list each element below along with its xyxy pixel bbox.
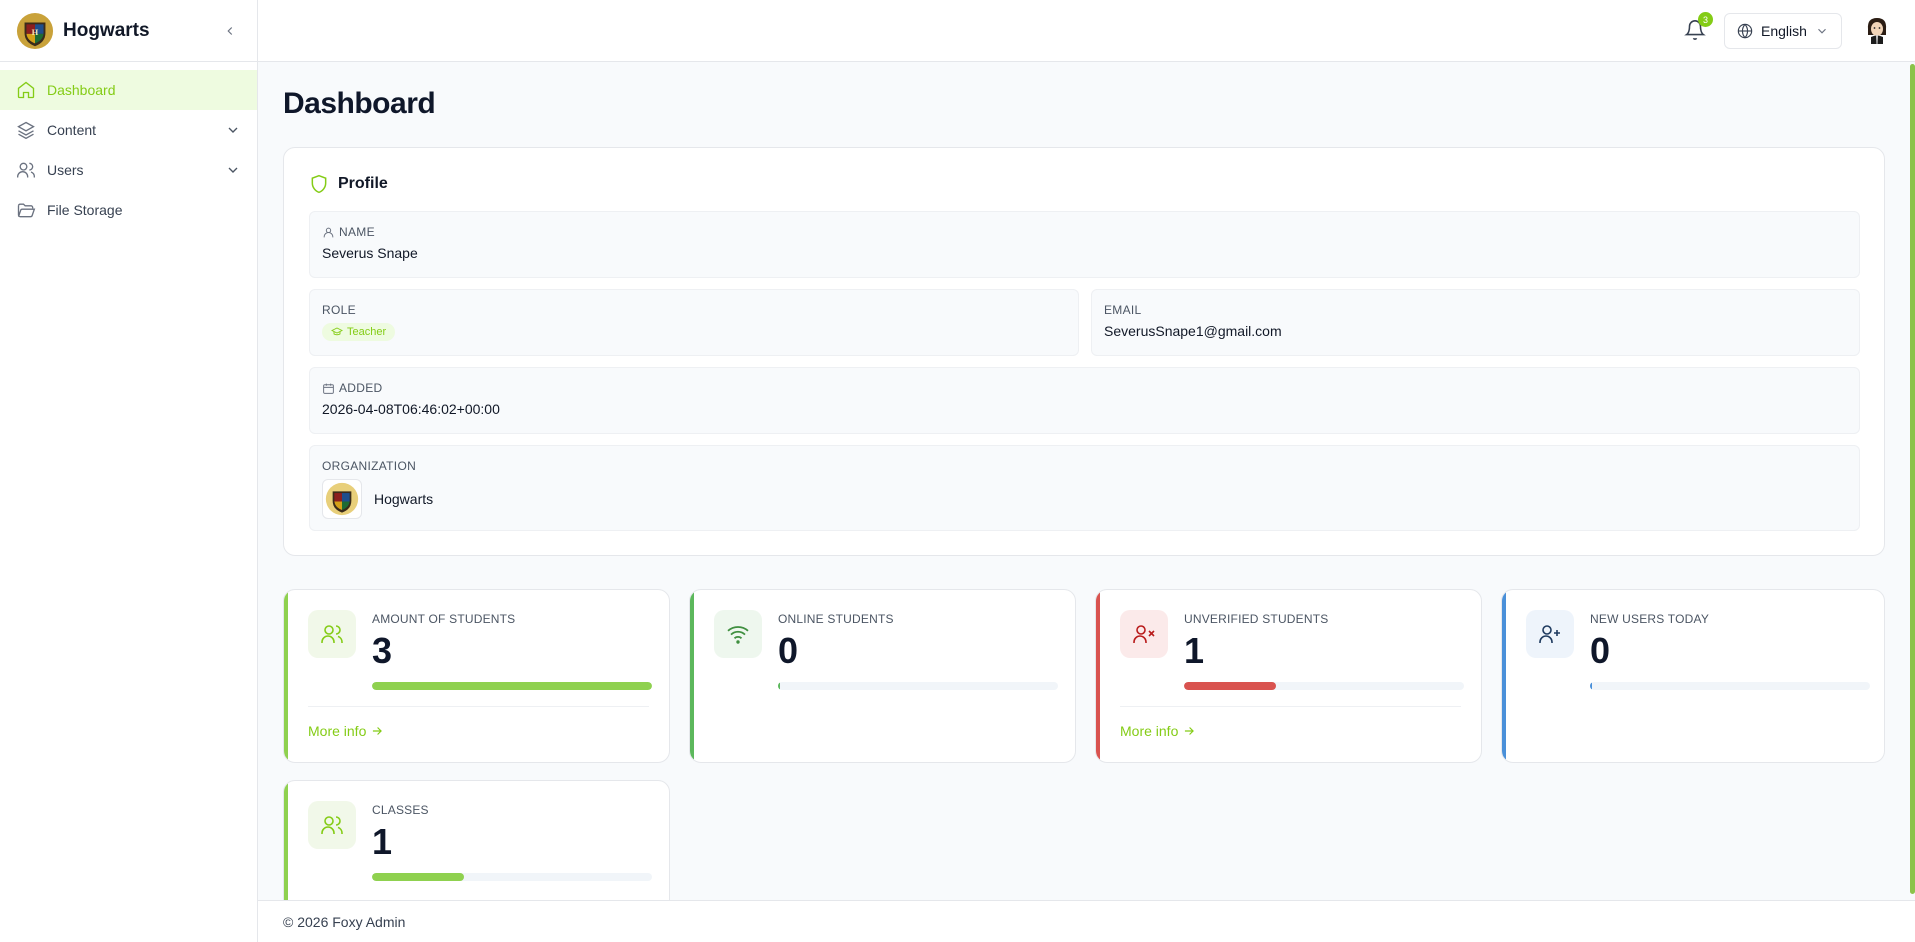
chevron-down-icon [228, 167, 238, 173]
stat-card-unverified-students: UNVERIFIED STUDENTS 1 More info [1095, 589, 1482, 763]
sidebar-item-dashboard[interactable]: Dashboard [0, 70, 257, 110]
users-icon [321, 816, 343, 834]
organization-label: ORGANIZATION [322, 459, 417, 473]
added-field: ADDED 2026-04-08T06:46:02+00:00 [309, 367, 1860, 434]
more-info-label: More info [1120, 723, 1179, 739]
calendar-icon [323, 383, 334, 394]
sidebar: H Hogwarts Dashboard Content Users File … [0, 0, 258, 942]
stat-value: 3 [372, 630, 393, 671]
email-value: SeverusSnape1@gmail.com [1104, 323, 1282, 339]
hogwarts-crest-logo[interactable]: H [16, 12, 54, 50]
progress-bar [1184, 682, 1464, 690]
progress-fill [372, 682, 652, 690]
sidebar-item-content[interactable]: Content [0, 110, 257, 150]
shield-icon [311, 174, 327, 194]
svg-text:H: H [32, 26, 39, 36]
stat-value: 0 [778, 630, 799, 671]
users-icon [17, 162, 35, 178]
sidebar-item-users[interactable]: Users [0, 150, 257, 190]
top-header: 3 English [258, 0, 1915, 62]
name-field: NAME Severus Snape [309, 211, 1860, 278]
chevron-down-icon [1818, 28, 1826, 34]
divider [308, 706, 649, 707]
globe-icon [1737, 23, 1753, 39]
progress-bar [778, 682, 1058, 690]
progress-fill [1590, 682, 1592, 690]
layers-icon [17, 121, 35, 140]
language-label: English [1761, 23, 1807, 39]
graduation-cap-icon [331, 327, 343, 336]
organization-logo [322, 479, 362, 519]
page-title: Dashboard [283, 87, 436, 120]
name-value: Severus Snape [322, 245, 418, 261]
footer-text: © 2026 Foxy Admin [283, 913, 406, 930]
stat-label: CLASSES [372, 803, 429, 817]
stat-card-new-users-today: NEW USERS TODAY 0 [1501, 589, 1885, 763]
added-label: ADDED [339, 381, 383, 395]
sidebar-item-file-storage[interactable]: File Storage [0, 190, 257, 230]
main-content: Dashboard Profile NAME Severus Snape ROL… [258, 63, 1915, 900]
wifi-icon [727, 626, 749, 644]
user-avatar[interactable] [1862, 15, 1892, 47]
chevron-down-icon [228, 127, 238, 133]
more-info-link[interactable]: More info [308, 723, 384, 739]
progress-fill [372, 873, 465, 881]
more-info-label: More info [308, 723, 367, 739]
profile-title: Profile [338, 175, 388, 192]
language-select[interactable]: English [1724, 13, 1842, 49]
organization-name: Hogwarts [374, 491, 434, 507]
stat-label: UNVERIFIED STUDENTS [1184, 612, 1329, 626]
user-x-icon [1133, 625, 1155, 643]
role-badge: Teacher [322, 323, 396, 341]
progress-bar [1590, 682, 1870, 690]
stat-value: 1 [372, 821, 393, 862]
scrollbar[interactable] [1910, 64, 1915, 894]
footer: © 2026 Foxy Admin [258, 900, 1915, 942]
profile-card: Profile NAME Severus Snape ROLE Teacher … [283, 147, 1885, 556]
organization-field: ORGANIZATION Hogwarts [309, 445, 1860, 531]
stat-label: ONLINE STUDENTS [778, 612, 894, 626]
stat-value: 1 [1184, 630, 1205, 671]
progress-bar [372, 873, 652, 881]
sidebar-item-label: Dashboard [47, 82, 116, 98]
home-icon [17, 81, 35, 99]
brand: H Hogwarts [0, 0, 257, 62]
notification-badge: 3 [1698, 12, 1713, 27]
arrow-right-icon [1185, 727, 1195, 735]
stat-card-classes: CLASSES 1 [283, 780, 670, 900]
progress-bar [372, 682, 652, 690]
user-plus-icon [1539, 625, 1560, 643]
sidebar-item-label: Users [47, 162, 84, 178]
folder-open-icon [17, 203, 36, 218]
email-field: EMAIL SeverusSnape1@gmail.com [1091, 289, 1860, 356]
sidebar-nav: Dashboard Content Users File Storage [0, 62, 257, 230]
profile-header: Profile [309, 174, 388, 194]
stat-label: NEW USERS TODAY [1590, 612, 1710, 626]
sidebar-item-label: Content [47, 122, 97, 138]
stat-card-online-students: ONLINE STUDENTS 0 [689, 589, 1076, 763]
brand-name: Hogwarts [63, 19, 150, 41]
arrow-right-icon [373, 727, 383, 735]
user-icon [323, 227, 334, 237]
role-value: Teacher [347, 326, 387, 338]
hogwarts-crest-logo [325, 482, 359, 516]
added-value: 2026-04-08T06:46:02+00:00 [322, 401, 500, 417]
role-field: ROLE Teacher [309, 289, 1079, 356]
chevron-left-icon [227, 26, 233, 35]
email-label: EMAIL [1104, 303, 1142, 317]
progress-fill [778, 682, 780, 690]
divider [1120, 706, 1461, 707]
role-label: ROLE [322, 303, 356, 317]
name-label: NAME [339, 225, 375, 239]
progress-fill [1184, 682, 1277, 690]
users-icon [321, 625, 343, 643]
collapse-sidebar-button[interactable] [219, 20, 241, 42]
sidebar-item-label: File Storage [47, 202, 123, 218]
stat-label: AMOUNT OF STUDENTS [372, 612, 516, 626]
stat-value: 0 [1590, 630, 1611, 671]
more-info-link[interactable]: More info [1120, 723, 1196, 739]
stat-card-amount-of-students: AMOUNT OF STUDENTS 3 More info [283, 589, 670, 763]
